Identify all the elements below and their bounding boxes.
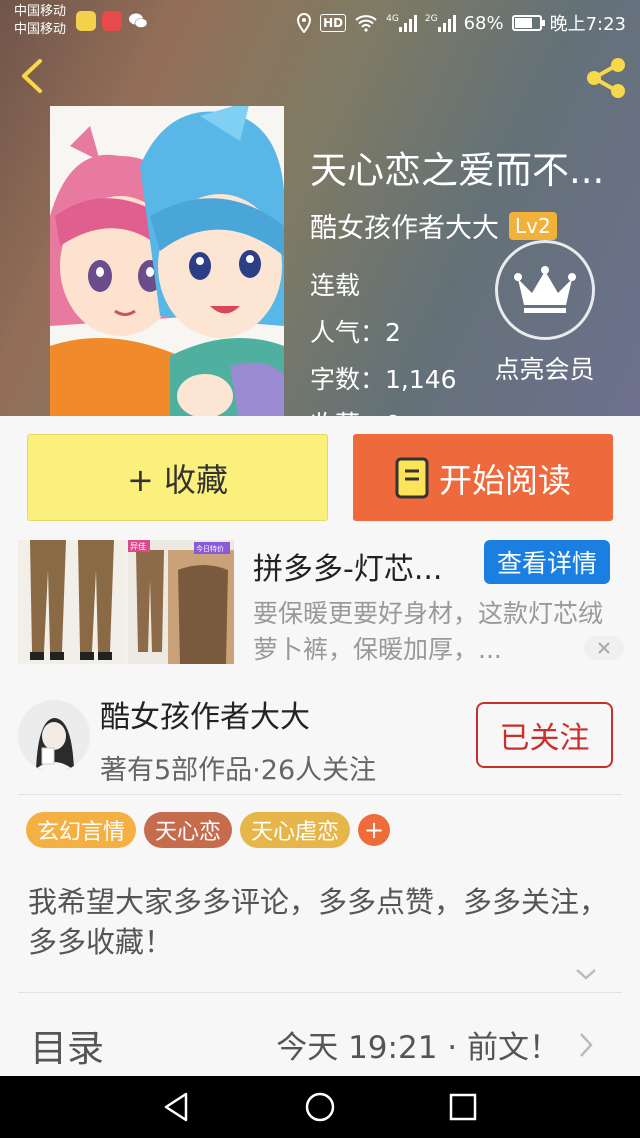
author-card[interactable]: 酷女孩作者大大 著有5部作品·26人关注 已关注 (18, 690, 622, 798)
hd-badge: HD (320, 14, 347, 32)
tag-list: 玄幻言情 天心恋 天心虐恋 + (26, 812, 391, 848)
vip-label: 点亮会员 (494, 355, 595, 384)
book-title: 天心恋之爱而不... (310, 149, 605, 192)
signal-bars-icon (437, 14, 456, 32)
notification-icons (76, 11, 148, 31)
ad-image-tag-1: 异佳 (130, 541, 146, 551)
tag-item[interactable]: 天心虐恋 (240, 812, 351, 848)
square-recents-icon (449, 1093, 477, 1121)
popularity: 人气：2 (310, 318, 401, 347)
collect-label: + 收藏 (127, 460, 228, 499)
carrier-labels: 中国移动 中国移动 (14, 3, 66, 39)
network-type-2: 2G (424, 14, 438, 24)
ad-image-tag-2: 今日特价 (196, 544, 224, 553)
collect-button[interactable]: + 收藏 (27, 434, 328, 521)
crown-icon (513, 266, 576, 313)
divider (18, 794, 622, 795)
chevron-right-icon (580, 1033, 593, 1057)
system-nav-bar (0, 1076, 640, 1138)
ad-close-button[interactable] (584, 636, 624, 660)
avatar-image (18, 700, 90, 772)
app-notification-icon (102, 11, 122, 31)
ad-description: 要保暖更要好身材，这款灯芯绒萝卜裤，保暖加厚，... (253, 599, 604, 664)
divider (18, 992, 622, 993)
cover-illustration (50, 106, 284, 416)
serial-status: 连载 (310, 271, 361, 300)
ad-detail-button[interactable]: 查看详情 (484, 540, 610, 584)
book-detail-panel: + 收藏 开始阅读 异佳 今日特价 拼多多-灯芯... 查看详情 要保暖更要好身… (0, 416, 640, 1076)
toc-label: 目录 (30, 1027, 104, 1070)
battery-percent: 68% (463, 12, 504, 34)
tag-item[interactable]: 天心恋 (144, 812, 233, 848)
book-cover[interactable] (50, 106, 284, 416)
nav-back-button[interactable] (160, 1089, 196, 1125)
triangle-back-icon (164, 1092, 188, 1122)
app-notification-icon (76, 11, 96, 31)
circle-home-icon (305, 1092, 335, 1122)
ad-title: 拼多多-灯芯... (253, 552, 443, 587)
location-icon (297, 13, 312, 33)
wifi-icon (355, 15, 377, 32)
book-header: 中国移动 中国移动 HD 4G 2G 68% 晚上7:23 天心恋之爱而不...… (0, 0, 640, 416)
signal-1: 4G (386, 14, 417, 32)
network-type-1: 4G (386, 14, 399, 24)
chevron-left-icon (22, 59, 42, 93)
battery-icon (511, 15, 545, 31)
author-card-name: 酷女孩作者大大 (100, 700, 310, 735)
vip-badge (494, 240, 595, 340)
clock: 晚上7:23 (549, 14, 626, 35)
status-indicators: HD 4G 2G 68% 晚上7:23 (296, 10, 626, 36)
tag-item[interactable]: 玄幻言情 (26, 812, 137, 848)
signal-bars-icon (398, 14, 417, 32)
wechat-icon (128, 11, 148, 31)
level-badge: Lv2 (509, 211, 557, 240)
close-icon (598, 642, 610, 654)
start-reading-label: 开始阅读 (439, 460, 571, 500)
book-intro: 我希望大家多多评论，多多点赞，多多关注，多多收藏！ (28, 885, 609, 959)
carrier-2: 中国移动 (14, 22, 67, 37)
share-icon (587, 58, 625, 98)
chevron-down-icon (576, 969, 596, 980)
toc-row[interactable]: 目录 今天 19:21 · 前文！ (0, 1012, 640, 1076)
start-reading-button[interactable]: 开始阅读 (353, 434, 613, 521)
ad-banner[interactable]: 异佳 今日特价 拼多多-灯芯... 查看详情 要保暖更要好身材，这款灯芯绒萝卜裤… (18, 540, 628, 666)
carrier-1: 中国移动 (14, 4, 67, 19)
expand-intro-button[interactable] (574, 964, 598, 984)
ad-product-photo: 异佳 今日特价 (18, 540, 234, 664)
nav-recents-button[interactable] (445, 1089, 481, 1125)
ad-image: 异佳 今日特价 (18, 540, 234, 664)
author-name[interactable]: 酷女孩作者大大 (310, 206, 499, 245)
avatar[interactable] (18, 700, 90, 772)
book-icon (395, 457, 429, 498)
nav-home-button[interactable] (302, 1089, 338, 1125)
favorite-count: 收藏：0 (310, 405, 401, 416)
word-count: 字数：1,146 (310, 365, 457, 394)
status-bar: 中国移动 中国移动 HD 4G 2G 68% 晚上7:23 (0, 0, 640, 44)
vip-button[interactable]: 点亮会员 (487, 240, 602, 386)
author-card-stats: 著有5部作品·26人关注 (100, 755, 377, 786)
back-button[interactable] (14, 56, 54, 96)
follow-button[interactable]: 已关注 (476, 702, 613, 768)
share-button[interactable] (582, 54, 630, 102)
add-tag-button[interactable]: + (358, 814, 391, 846)
signal-2: 2G (425, 14, 456, 32)
latest-chapter: 今天 19:21 · 前文！ (276, 1030, 560, 1066)
